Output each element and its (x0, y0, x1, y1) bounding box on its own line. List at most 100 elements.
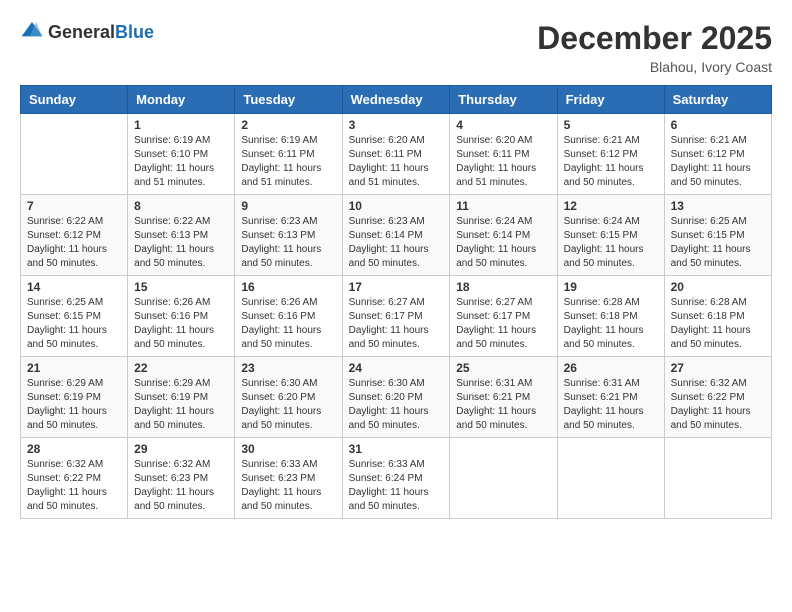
table-row: 30Sunrise: 6:33 AM Sunset: 6:23 PM Dayli… (235, 438, 342, 519)
calendar-week-5: 28Sunrise: 6:32 AM Sunset: 6:22 PM Dayli… (21, 438, 772, 519)
col-thursday: Thursday (450, 86, 557, 114)
day-number: 18 (456, 280, 550, 294)
day-info: Sunrise: 6:31 AM Sunset: 6:21 PM Dayligh… (456, 377, 550, 433)
calendar-week-2: 7Sunrise: 6:22 AM Sunset: 6:12 PM Daylig… (21, 195, 772, 276)
day-info: Sunrise: 6:33 AM Sunset: 6:24 PM Dayligh… (349, 458, 444, 514)
day-number: 19 (564, 280, 658, 294)
day-info: Sunrise: 6:31 AM Sunset: 6:21 PM Dayligh… (564, 377, 658, 433)
calendar-header-row: Sunday Monday Tuesday Wednesday Thursday… (21, 86, 772, 114)
table-row: 18 Sunrise: 6:27 AM Sunset: 6:17 PM Dayli… (450, 276, 557, 357)
day-number: 27 (671, 361, 765, 375)
table-row: 16 Sunrise: 6:26 AM Sunset: 6:16 PM Dayli… (235, 276, 342, 357)
day-number: 20 (671, 280, 765, 294)
day-info: Sunrise: 6:29 AM Sunset: 6:19 PM Dayligh… (27, 377, 121, 433)
table-row (664, 438, 771, 519)
day-info: Sunrise: 6:19 AM Sunset: 6:10 PM Dayligh… (134, 134, 228, 190)
day-number: 28 (27, 442, 121, 456)
header: GeneralBlue December 2025 Blahou, Ivory … (20, 20, 772, 75)
day-info: Sunrise: 6:21 AM Sunset: 6:12 PM Dayligh… (671, 134, 765, 190)
table-row: 5Sunrise: 6:21 AM Sunset: 6:12 PM Daylig… (557, 114, 664, 195)
calendar-table: Sunday Monday Tuesday Wednesday Thursday… (20, 85, 772, 519)
day-number: 2 (241, 118, 335, 132)
col-saturday: Saturday (664, 86, 771, 114)
table-row: 24 Sunrise: 6:30 AM Sunset: 6:20 PM Dayli… (342, 357, 450, 438)
day-number: 1 (134, 118, 228, 132)
table-row: 13 Sunrise: 6:25 AM Sunset: 6:15 PM Dayli… (664, 195, 771, 276)
day-info: Sunrise: 6:27 AM Sunset: 6:17 PM Dayligh… (456, 296, 550, 352)
day-number: 13 (671, 199, 765, 213)
table-row: 2 Sunrise: 6:19 AM Sunset: 6:11 PM Daylig… (235, 114, 342, 195)
table-row: 28Sunrise: 6:32 AM Sunset: 6:22 PM Dayli… (21, 438, 128, 519)
day-info: Sunrise: 6:28 AM Sunset: 6:18 PM Dayligh… (671, 296, 765, 352)
day-number: 8 (134, 199, 228, 213)
day-info: Sunrise: 6:20 AM Sunset: 6:11 PM Dayligh… (456, 134, 550, 190)
table-row: 12 Sunrise: 6:24 AM Sunset: 6:15 PM Dayli… (557, 195, 664, 276)
col-sunday: Sunday (21, 86, 128, 114)
table-row: 20 Sunrise: 6:28 AM Sunset: 6:18 PM Dayli… (664, 276, 771, 357)
day-number: 29 (134, 442, 228, 456)
table-row (21, 114, 128, 195)
calendar-week-3: 14Sunrise: 6:25 AM Sunset: 6:15 PM Dayli… (21, 276, 772, 357)
table-row: 29Sunrise: 6:32 AM Sunset: 6:23 PM Dayli… (128, 438, 235, 519)
table-row: 17Sunrise: 6:27 AM Sunset: 6:17 PM Dayli… (342, 276, 450, 357)
table-row: 19 Sunrise: 6:28 AM Sunset: 6:18 PM Dayli… (557, 276, 664, 357)
day-info: Sunrise: 6:26 AM Sunset: 6:16 PM Dayligh… (241, 296, 335, 352)
table-row: 1 Sunrise: 6:19 AM Sunset: 6:10 PM Daylig… (128, 114, 235, 195)
day-info: Sunrise: 6:32 AM Sunset: 6:22 PM Dayligh… (671, 377, 765, 433)
day-info: Sunrise: 6:26 AM Sunset: 6:16 PM Dayligh… (134, 296, 228, 352)
day-number: 16 (241, 280, 335, 294)
day-number: 11 (456, 199, 550, 213)
day-number: 4 (456, 118, 550, 132)
table-row: 7Sunrise: 6:22 AM Sunset: 6:12 PM Daylig… (21, 195, 128, 276)
day-info: Sunrise: 6:27 AM Sunset: 6:17 PM Dayligh… (349, 296, 444, 352)
day-info: Sunrise: 6:25 AM Sunset: 6:15 PM Dayligh… (671, 215, 765, 271)
day-info: Sunrise: 6:25 AM Sunset: 6:15 PM Dayligh… (27, 296, 121, 352)
day-number: 31 (349, 442, 444, 456)
day-number: 23 (241, 361, 335, 375)
day-number: 3 (349, 118, 444, 132)
table-row: 4 Sunrise: 6:20 AM Sunset: 6:11 PM Daylig… (450, 114, 557, 195)
table-row: 21 Sunrise: 6:29 AM Sunset: 6:19 PM Dayli… (21, 357, 128, 438)
day-info: Sunrise: 6:28 AM Sunset: 6:18 PM Dayligh… (564, 296, 658, 352)
day-info: Sunrise: 6:24 AM Sunset: 6:15 PM Dayligh… (564, 215, 658, 271)
table-row: 15 Sunrise: 6:26 AM Sunset: 6:16 PM Dayli… (128, 276, 235, 357)
title-area: December 2025 Blahou, Ivory Coast (537, 20, 772, 75)
day-info: Sunrise: 6:20 AM Sunset: 6:11 PM Dayligh… (349, 134, 444, 190)
day-info: Sunrise: 6:29 AM Sunset: 6:19 PM Dayligh… (134, 377, 228, 433)
table-row: 25Sunrise: 6:31 AM Sunset: 6:21 PM Dayli… (450, 357, 557, 438)
table-row: 3 Sunrise: 6:20 AM Sunset: 6:11 PM Daylig… (342, 114, 450, 195)
day-number: 21 (27, 361, 121, 375)
col-tuesday: Tuesday (235, 86, 342, 114)
table-row: 8Sunrise: 6:22 AM Sunset: 6:13 PM Daylig… (128, 195, 235, 276)
col-wednesday: Wednesday (342, 86, 450, 114)
col-friday: Friday (557, 86, 664, 114)
day-number: 26 (564, 361, 658, 375)
day-number: 12 (564, 199, 658, 213)
day-number: 5 (564, 118, 658, 132)
day-number: 10 (349, 199, 444, 213)
day-number: 15 (134, 280, 228, 294)
table-row: 6 Sunrise: 6:21 AM Sunset: 6:12 PM Daylig… (664, 114, 771, 195)
day-info: Sunrise: 6:30 AM Sunset: 6:20 PM Dayligh… (241, 377, 335, 433)
table-row: 14Sunrise: 6:25 AM Sunset: 6:15 PM Dayli… (21, 276, 128, 357)
calendar-week-1: 1 Sunrise: 6:19 AM Sunset: 6:10 PM Daylig… (21, 114, 772, 195)
table-row: 31 Sunrise: 6:33 AM Sunset: 6:24 PM Dayli… (342, 438, 450, 519)
day-number: 30 (241, 442, 335, 456)
table-row (557, 438, 664, 519)
day-number: 24 (349, 361, 444, 375)
col-monday: Monday (128, 86, 235, 114)
table-row: 27 Sunrise: 6:32 AM Sunset: 6:22 PM Dayli… (664, 357, 771, 438)
day-info: Sunrise: 6:19 AM Sunset: 6:11 PM Dayligh… (241, 134, 335, 190)
day-info: Sunrise: 6:24 AM Sunset: 6:14 PM Dayligh… (456, 215, 550, 271)
table-row: 22Sunrise: 6:29 AM Sunset: 6:19 PM Dayli… (128, 357, 235, 438)
table-row: 23 Sunrise: 6:30 AM Sunset: 6:20 PM Dayli… (235, 357, 342, 438)
day-number: 9 (241, 199, 335, 213)
day-info: Sunrise: 6:22 AM Sunset: 6:12 PM Dayligh… (27, 215, 121, 271)
logo-general: GeneralBlue (48, 22, 154, 43)
day-info: Sunrise: 6:30 AM Sunset: 6:20 PM Dayligh… (349, 377, 444, 433)
table-row: 10 Sunrise: 6:23 AM Sunset: 6:14 PM Dayli… (342, 195, 450, 276)
table-row: 9Sunrise: 6:23 AM Sunset: 6:13 PM Daylig… (235, 195, 342, 276)
day-info: Sunrise: 6:23 AM Sunset: 6:14 PM Dayligh… (349, 215, 444, 271)
day-number: 6 (671, 118, 765, 132)
table-row: 11 Sunrise: 6:24 AM Sunset: 6:14 PM Dayli… (450, 195, 557, 276)
